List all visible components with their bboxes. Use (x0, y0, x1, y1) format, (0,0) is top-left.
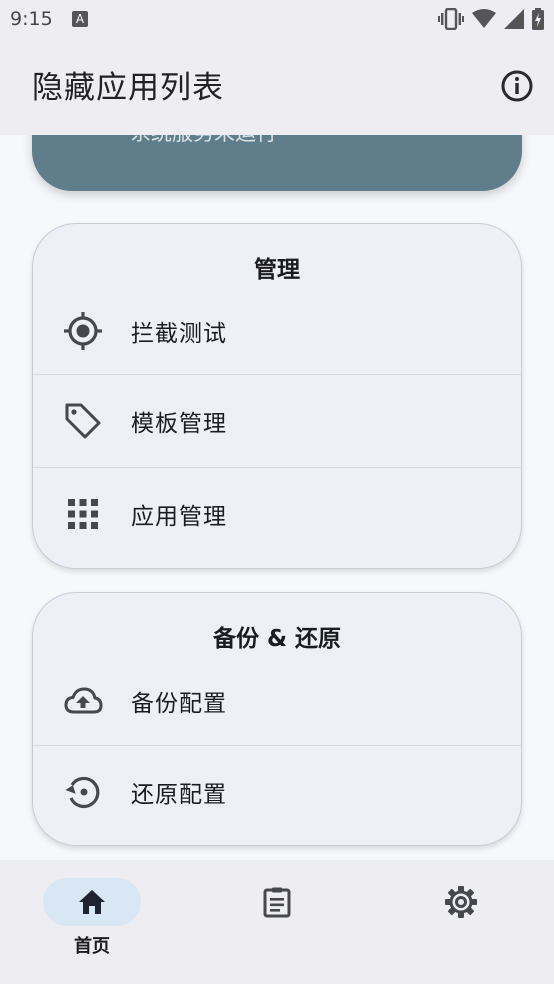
nav-logs[interactable] (227, 878, 327, 926)
status-icons (438, 8, 544, 30)
restore-icon (65, 776, 100, 809)
menu-item-intercept-test[interactable]: 拦截测试 (33, 288, 521, 374)
bottom-navigation: 首页 (0, 860, 554, 984)
nav-settings[interactable] (411, 878, 511, 926)
clipboard-icon (263, 887, 291, 918)
menu-item-label: 模板管理 (131, 411, 227, 437)
status-bar: 9:15 A (0, 0, 554, 40)
app-bar: 隐藏应用列表 (0, 40, 554, 135)
signal-icon (504, 9, 524, 29)
nav-home-label: 首页 (74, 936, 110, 957)
menu-item-backup-config[interactable]: 备份配置 (33, 657, 521, 745)
main-content[interactable]: 系统服务未运行 管理 拦截测试 模板管理 (0, 135, 554, 860)
settings-icon (445, 886, 477, 918)
vibrate-icon (438, 8, 464, 30)
nav-home-indicator (43, 878, 141, 926)
status-time: 9:15 (10, 8, 53, 30)
wifi-icon (472, 9, 496, 28)
app-title: 隐藏应用列表 (32, 70, 224, 106)
crosshair-icon (64, 312, 102, 350)
tag-icon (65, 403, 101, 439)
cloud-upload-icon (64, 687, 103, 714)
battery-icon (532, 8, 544, 30)
menu-item-label: 还原配置 (131, 782, 227, 808)
service-status-text: 系统服务未运行 (130, 135, 277, 147)
backup-card: 备份 & 还原 备份配置 还原配置 (32, 592, 522, 846)
menu-item-template-manage[interactable]: 模板管理 (33, 374, 521, 467)
backup-card-title: 备份 & 还原 (212, 626, 342, 652)
menu-item-label: 拦截测试 (131, 321, 227, 347)
home-icon (79, 890, 105, 914)
manage-card: 管理 拦截测试 模板管理 应用管理 (32, 223, 522, 569)
menu-item-label: 备份配置 (131, 691, 227, 717)
service-status-card[interactable]: 系统服务未运行 (32, 135, 522, 191)
manage-card-title: 管理 (254, 257, 300, 283)
info-icon[interactable] (500, 69, 534, 103)
notification-icon: A (72, 11, 88, 27)
menu-item-restore-config[interactable]: 还原配置 (33, 745, 521, 838)
grid-icon (68, 499, 98, 529)
menu-item-app-manage[interactable]: 应用管理 (33, 467, 521, 560)
nav-home[interactable]: 首页 (42, 878, 142, 958)
menu-item-label: 应用管理 (131, 504, 227, 530)
